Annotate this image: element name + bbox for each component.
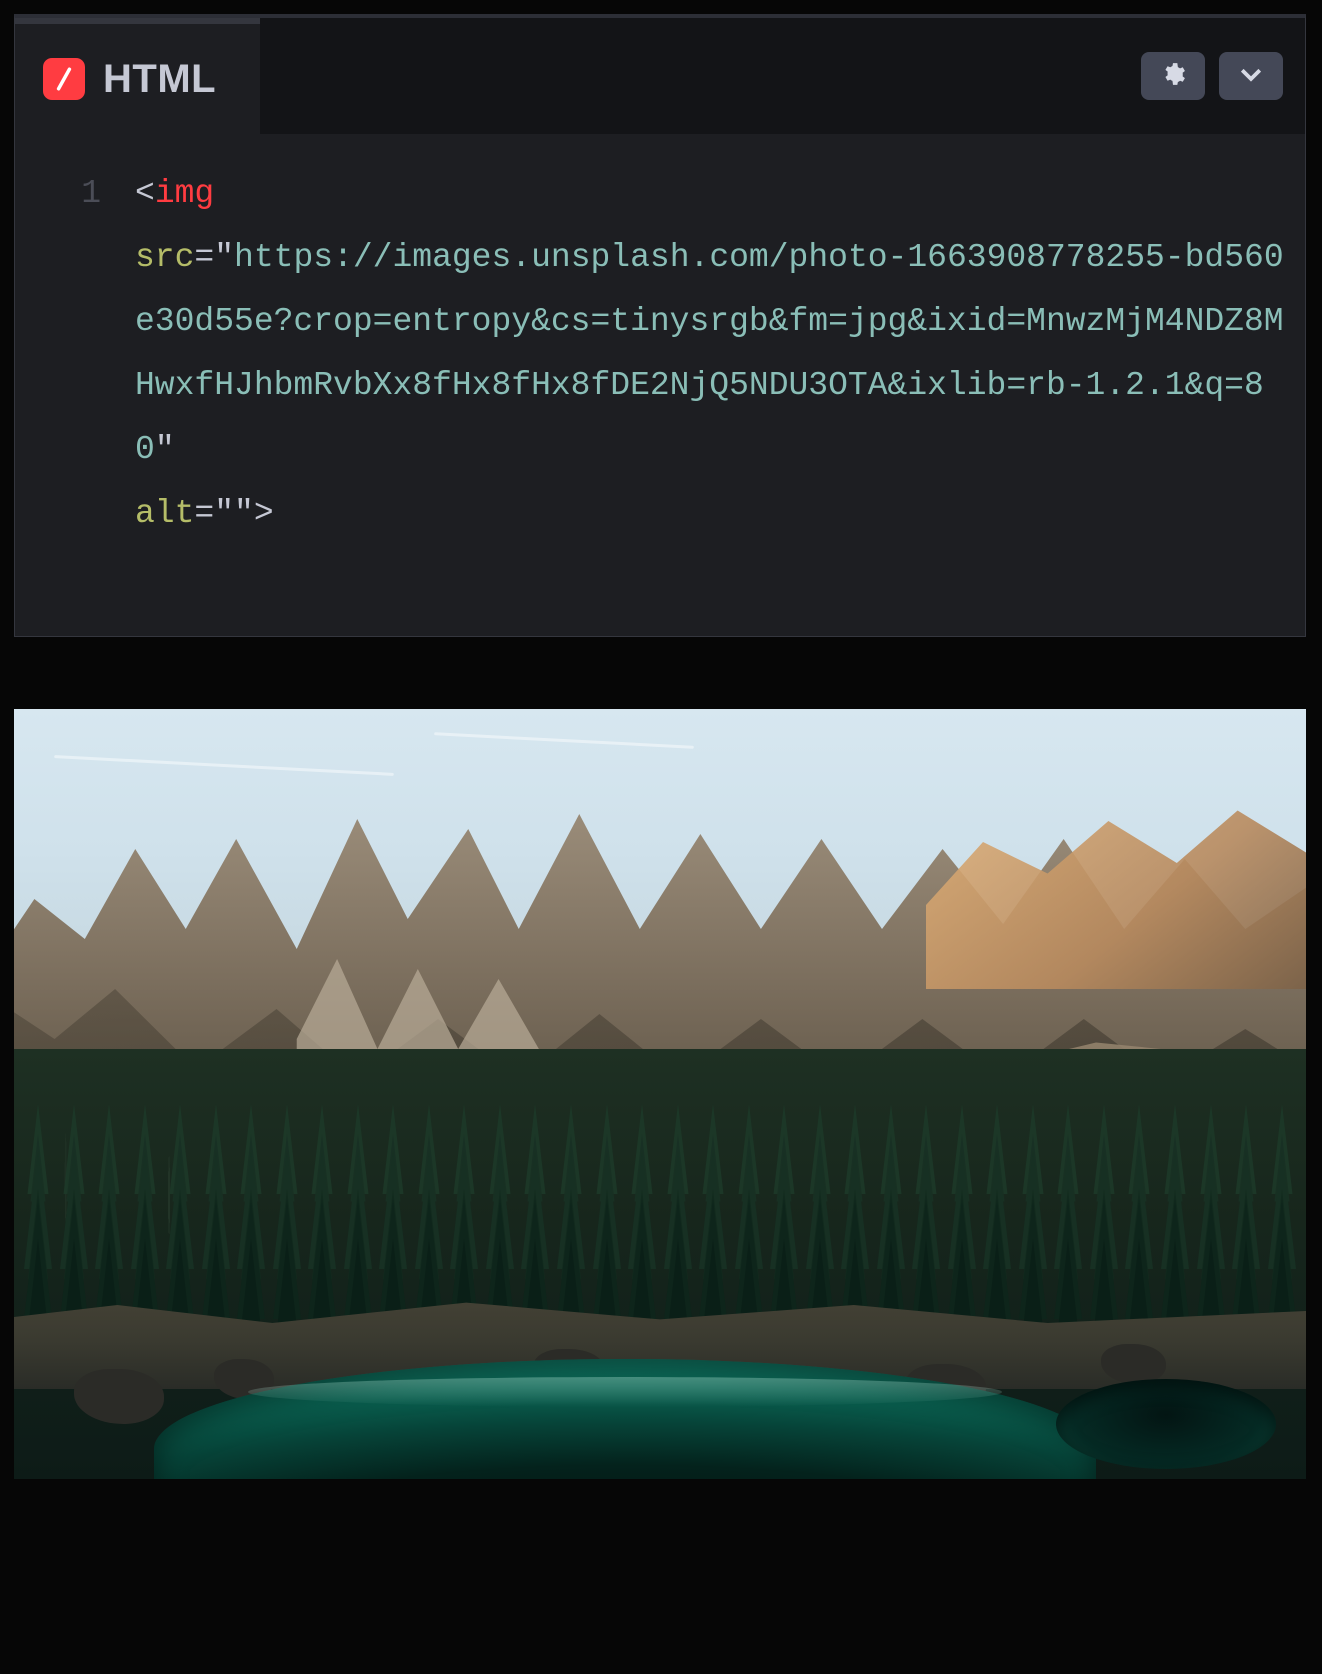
code-token: = — [194, 239, 214, 276]
rendered-image — [14, 709, 1306, 1479]
gear-icon — [1160, 61, 1186, 92]
side-pool — [1056, 1379, 1276, 1469]
code-token: > — [254, 495, 274, 532]
code-editor[interactable]: 1 <img src="https://images.unsplash.com/… — [15, 134, 1305, 636]
code-token: " — [155, 431, 175, 468]
tree-row — [14, 1139, 1306, 1319]
line-number: 1 — [15, 162, 101, 226]
slash-icon — [43, 58, 85, 100]
code-token: < — [135, 175, 155, 212]
tab-title: HTML — [103, 57, 216, 102]
code-token: src — [135, 239, 194, 276]
line-gutter: 1 — [15, 162, 135, 546]
editor-collapse-button[interactable] — [1219, 52, 1283, 100]
editor-settings-button[interactable] — [1141, 52, 1205, 100]
chevron-down-icon — [1236, 59, 1266, 94]
code-token: https://images.unsplash.com/photo-166390… — [135, 239, 1284, 468]
preview-panel — [14, 709, 1306, 1479]
code-token: " — [214, 495, 234, 532]
code-token: alt — [135, 495, 194, 532]
code-token: img — [155, 175, 214, 212]
code-token: " — [234, 495, 254, 532]
editor-tab-actions — [1141, 52, 1283, 100]
code-content[interactable]: <img src="https://images.unsplash.com/ph… — [135, 162, 1285, 546]
code-token: = — [194, 495, 214, 532]
tab-html[interactable]: HTML — [15, 18, 260, 134]
editor-panel: HTML 1 <img src="https://images.unsplash… — [14, 14, 1306, 637]
editor-tabbar: HTML — [15, 18, 1305, 134]
code-token: " — [214, 239, 234, 276]
